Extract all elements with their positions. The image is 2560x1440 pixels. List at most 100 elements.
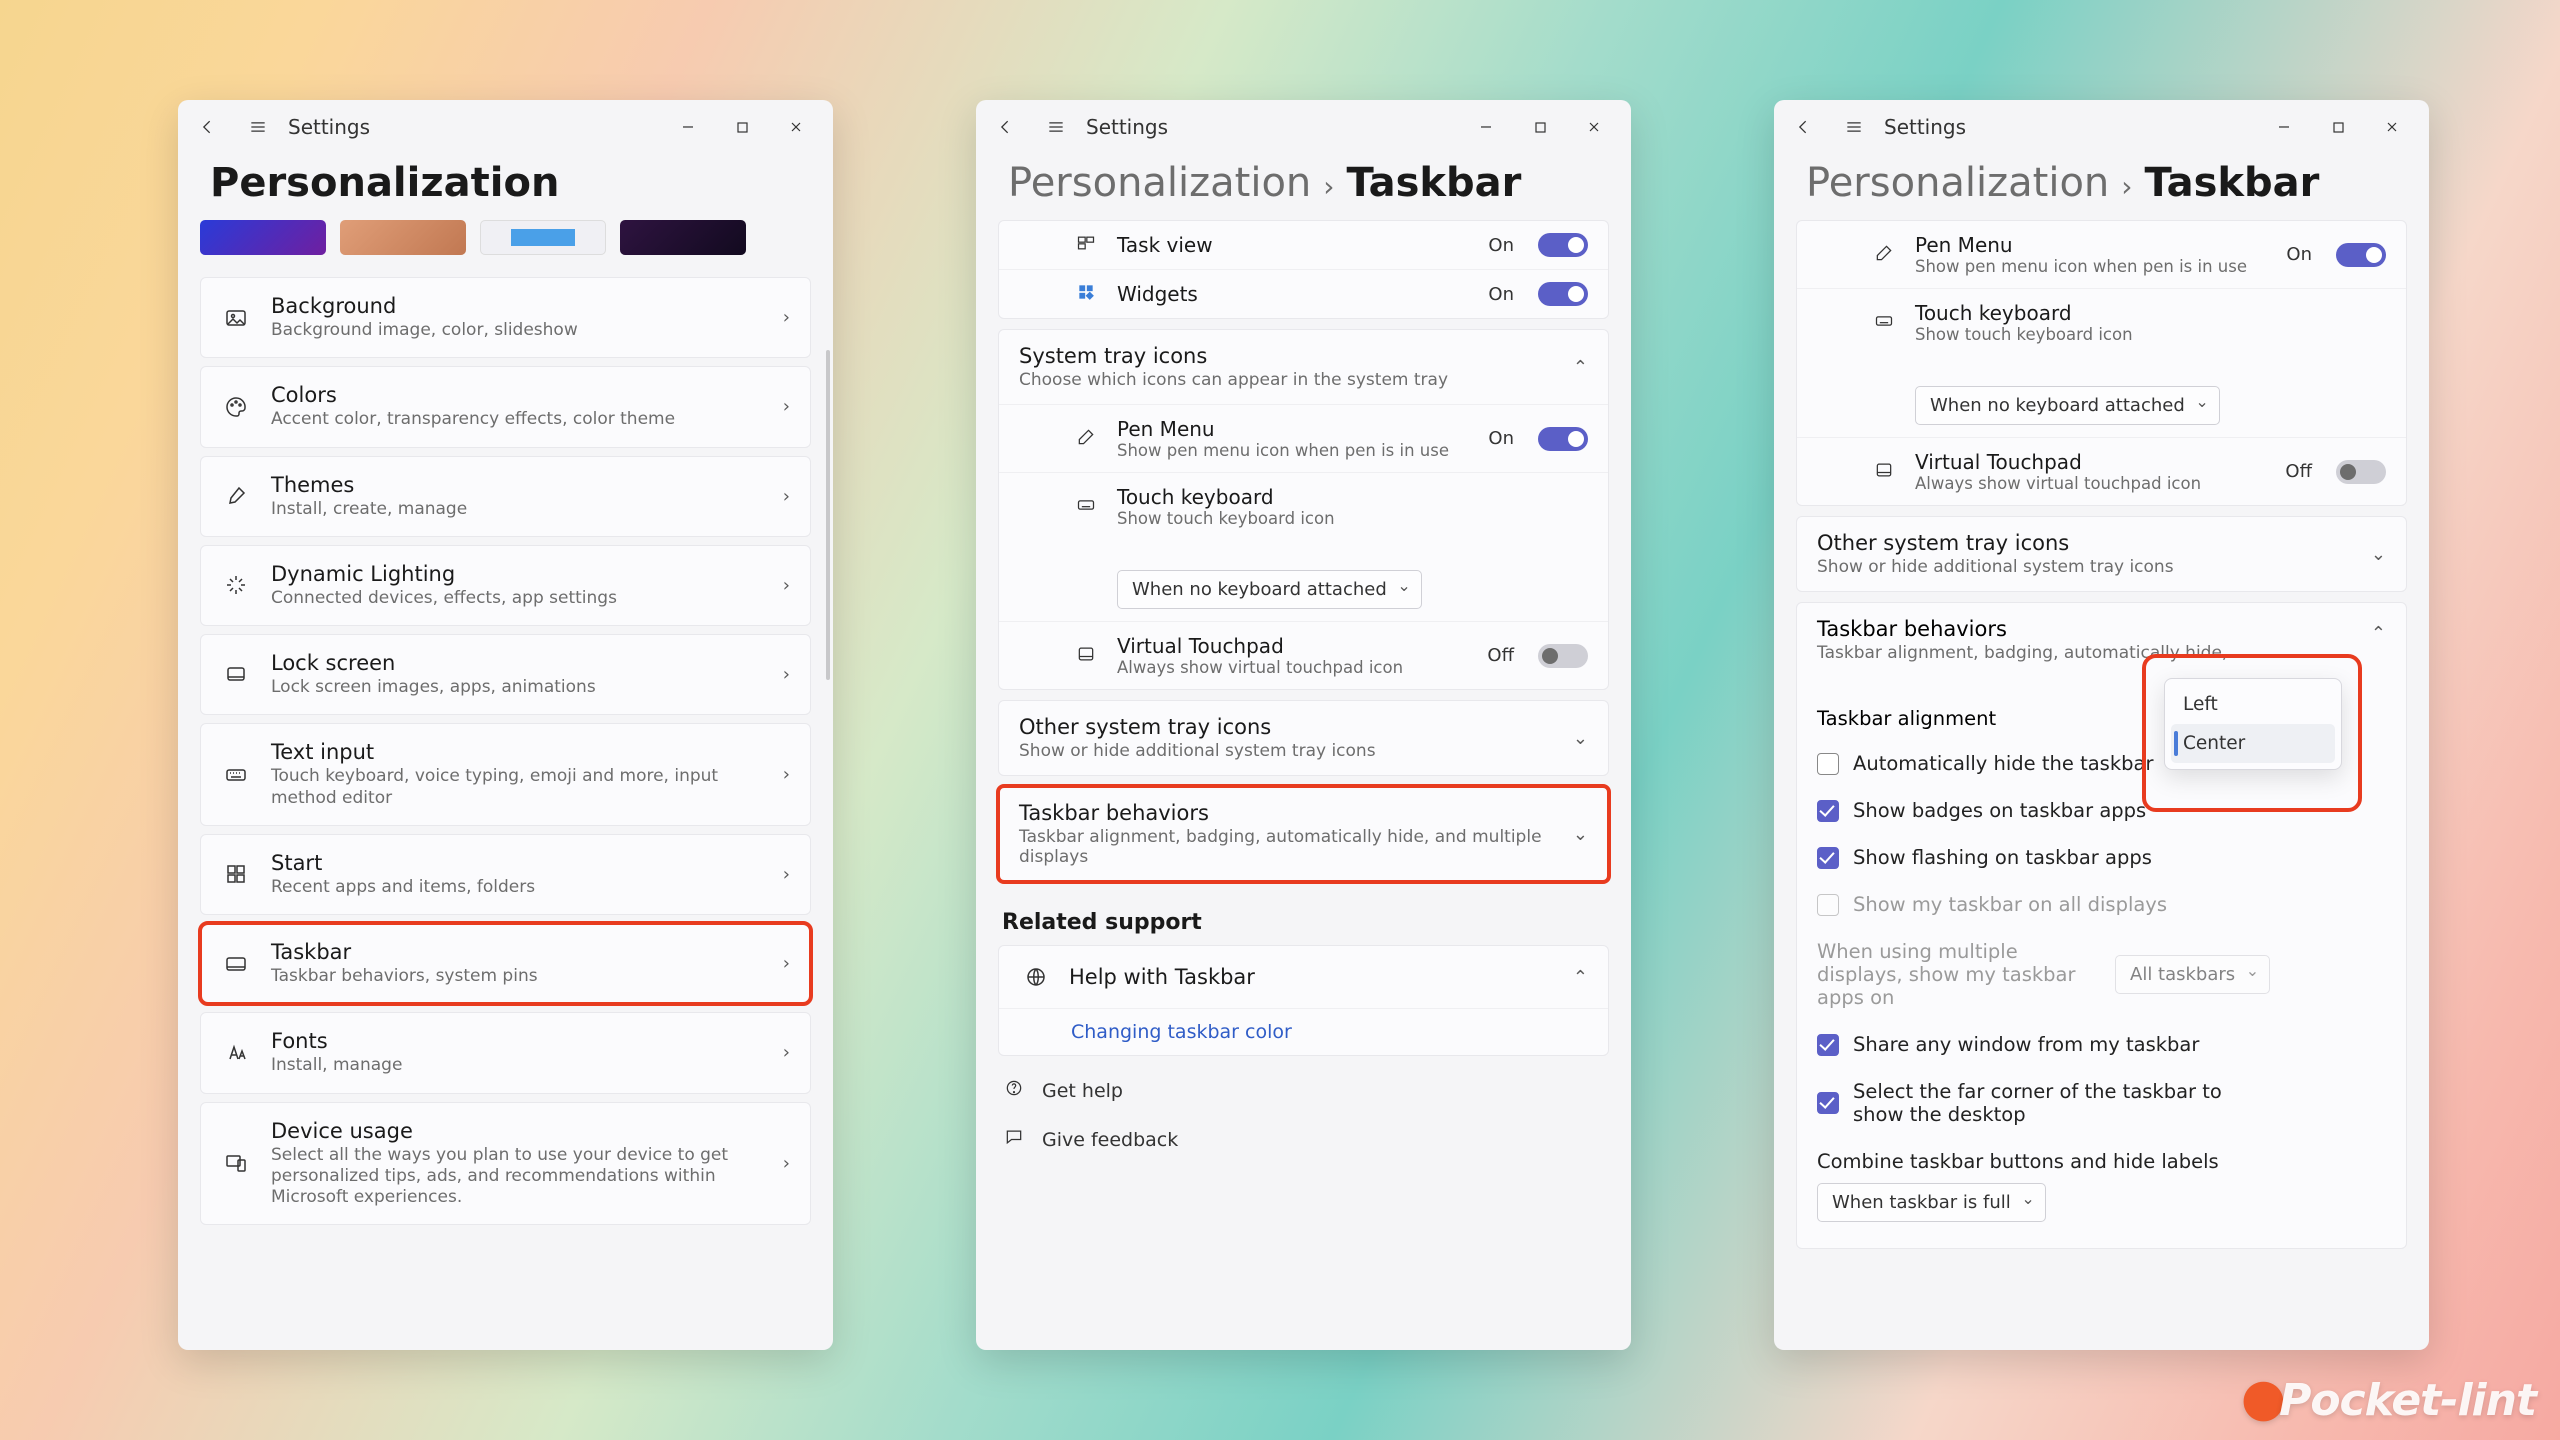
- alignment-option-left[interactable]: Left: [2171, 685, 2335, 724]
- pen-icon: [1869, 243, 1899, 267]
- item-title: Start: [271, 851, 765, 875]
- window-minimize-button[interactable]: [1459, 107, 1513, 147]
- nav-item-dynamic-lighting[interactable]: Dynamic LightingConnected devices, effec…: [200, 545, 811, 626]
- help-link-row[interactable]: Changing taskbar color: [999, 1008, 1608, 1055]
- setting-pen-menu: Pen MenuShow pen menu icon when pen is i…: [999, 404, 1608, 472]
- back-button[interactable]: [986, 109, 1026, 145]
- font-icon: [219, 1036, 253, 1070]
- toggle-widgets[interactable]: [1538, 282, 1588, 306]
- group-title: System tray icons: [1019, 344, 1557, 368]
- back-button[interactable]: [188, 109, 228, 145]
- window-close-button[interactable]: [769, 107, 823, 147]
- theme-thumbnail[interactable]: [340, 220, 466, 255]
- combine-dropdown[interactable]: When taskbar is full: [1817, 1183, 2046, 1222]
- nav-menu-button[interactable]: [1834, 109, 1874, 145]
- nav-menu-button[interactable]: [1036, 109, 1076, 145]
- chevron-right-icon: ›: [783, 1153, 790, 1174]
- touch-keyboard-dropdown[interactable]: When no keyboard attached: [1117, 570, 1422, 609]
- window-maximize-button[interactable]: [2311, 107, 2365, 147]
- get-help-link[interactable]: Get help: [998, 1066, 1609, 1115]
- give-feedback-link[interactable]: Give feedback: [998, 1115, 1609, 1164]
- toggle-state-label: On: [1488, 284, 1514, 305]
- content-scroll[interactable]: Pen MenuShow pen menu icon when pen is i…: [1774, 220, 2429, 1350]
- check-show-flashing[interactable]: Show flashing on taskbar apps: [1817, 834, 2386, 881]
- setting-subtitle: Show pen menu icon when pen is in use: [1117, 441, 1472, 460]
- taskbar-alignment-popup[interactable]: Left Center: [2164, 678, 2342, 770]
- link-label: Give feedback: [1042, 1129, 1178, 1151]
- chevron-up-icon: ⌃: [2371, 623, 2386, 644]
- touch-keyboard-dropdown[interactable]: When no keyboard attached: [1915, 386, 2220, 425]
- group-header-system-tray[interactable]: System tray iconsChoose which icons can …: [999, 330, 1608, 404]
- group-subtitle: Taskbar alignment, badging, automaticall…: [1019, 827, 1557, 867]
- chevron-right-icon: ›: [783, 307, 790, 328]
- nav-item-device-usage[interactable]: Device usageSelect all the ways you plan…: [200, 1102, 811, 1226]
- setting-title: Pen Menu: [1915, 233, 2270, 257]
- group-title: Taskbar behaviors: [1817, 617, 2371, 641]
- taskbar-behaviors-group[interactable]: Taskbar behaviorsTaskbar alignment, badg…: [998, 786, 1609, 882]
- nav-item-start[interactable]: StartRecent apps and items, folders ›: [200, 834, 811, 915]
- check-share-window[interactable]: Share any window from my taskbar: [1817, 1021, 2386, 1068]
- checkbox[interactable]: [1817, 847, 1839, 869]
- window-minimize-button[interactable]: [661, 107, 715, 147]
- alignment-option-center[interactable]: Center: [2171, 724, 2335, 763]
- multi-display-dropdown: All taskbars: [2115, 955, 2270, 994]
- other-system-tray-group[interactable]: Other system tray iconsShow or hide addi…: [998, 700, 1609, 776]
- help-expander[interactable]: Help with Taskbar ⌃: [999, 946, 1608, 1008]
- toggle-task-view[interactable]: [1538, 233, 1588, 257]
- nav-menu-button[interactable]: [238, 109, 278, 145]
- window-close-button[interactable]: [2365, 107, 2419, 147]
- touchpad-icon: [1071, 644, 1101, 668]
- check-show-badges[interactable]: Show badges on taskbar apps: [1817, 787, 2386, 834]
- theme-thumbnail[interactable]: [480, 220, 606, 255]
- toggle-virtual-touchpad[interactable]: [1538, 644, 1588, 668]
- chevron-down-icon: ⌄: [1573, 824, 1588, 845]
- group-title: Other system tray icons: [1019, 715, 1557, 739]
- toggle-pen-menu[interactable]: [1538, 427, 1588, 451]
- brush-icon: [219, 479, 253, 513]
- setting-title: Task view: [1117, 233, 1472, 257]
- window-maximize-button[interactable]: [715, 107, 769, 147]
- nav-item-taskbar[interactable]: TaskbarTaskbar behaviors, system pins ›: [200, 923, 811, 1004]
- chevron-right-icon: ›: [783, 864, 790, 885]
- check-label: Show my taskbar on all displays: [1853, 893, 2167, 916]
- item-subtitle: Accent color, transparency effects, colo…: [271, 409, 765, 430]
- keyboard-icon: [1869, 311, 1899, 335]
- setting-subtitle: Always show virtual touchpad icon: [1117, 658, 1471, 677]
- nav-item-fonts[interactable]: FontsInstall, manage ›: [200, 1012, 811, 1093]
- nav-item-colors[interactable]: ColorsAccent color, transparency effects…: [200, 366, 811, 447]
- checkbox[interactable]: [1817, 1092, 1839, 1114]
- other-system-tray-group[interactable]: Other system tray iconsShow or hide addi…: [1796, 516, 2407, 592]
- checkbox[interactable]: [1817, 753, 1839, 775]
- nav-item-lock-screen[interactable]: Lock screenLock screen images, apps, ani…: [200, 634, 811, 715]
- check-show-desktop-corner[interactable]: Select the far corner of the taskbar to …: [1817, 1068, 2386, 1138]
- nav-item-text-input[interactable]: Text inputTouch keyboard, voice typing, …: [200, 723, 811, 826]
- chevron-right-icon: ›: [783, 486, 790, 507]
- setting-subtitle: Show touch keyboard icon: [1915, 325, 2386, 344]
- checkbox[interactable]: [1817, 800, 1839, 822]
- nav-item-themes[interactable]: ThemesInstall, create, manage ›: [200, 456, 811, 537]
- picture-icon: [219, 301, 253, 335]
- checkbox[interactable]: [1817, 1034, 1839, 1056]
- chevron-up-icon: ⌃: [1573, 967, 1588, 988]
- nav-item-background[interactable]: BackgroundBackground image, color, slide…: [200, 277, 811, 358]
- window-close-button[interactable]: [1567, 107, 1621, 147]
- breadcrumb-root[interactable]: Personalization: [1806, 160, 2109, 206]
- breadcrumb-root[interactable]: Personalization: [1008, 160, 1311, 206]
- group-subtitle: Choose which icons can appear in the sys…: [1019, 370, 1557, 390]
- toggle-pen-menu[interactable]: [2336, 243, 2386, 267]
- system-tray-icons-group: Pen MenuShow pen menu icon when pen is i…: [1796, 220, 2407, 506]
- setting-widgets: Widgets On: [999, 269, 1608, 318]
- back-button[interactable]: [1784, 109, 1824, 145]
- toggle-virtual-touchpad[interactable]: [2336, 460, 2386, 484]
- window-maximize-button[interactable]: [1513, 107, 1567, 147]
- content-scroll[interactable]: BackgroundBackground image, color, slide…: [178, 220, 833, 1350]
- scrollbar-thumb[interactable]: [826, 350, 830, 680]
- link-changing-taskbar-color[interactable]: Changing taskbar color: [1071, 1021, 1292, 1043]
- theme-thumbnail[interactable]: [200, 220, 326, 255]
- titlebar: Settings: [178, 100, 833, 154]
- window-minimize-button[interactable]: [2257, 107, 2311, 147]
- setting-subtitle: Show pen menu icon when pen is in use: [1915, 257, 2270, 276]
- watermark-logo: ●Pocket-lint: [2241, 1368, 2536, 1428]
- content-scroll[interactable]: Task view On Widgets On System tray icon…: [976, 220, 1631, 1350]
- theme-thumbnail[interactable]: [620, 220, 746, 255]
